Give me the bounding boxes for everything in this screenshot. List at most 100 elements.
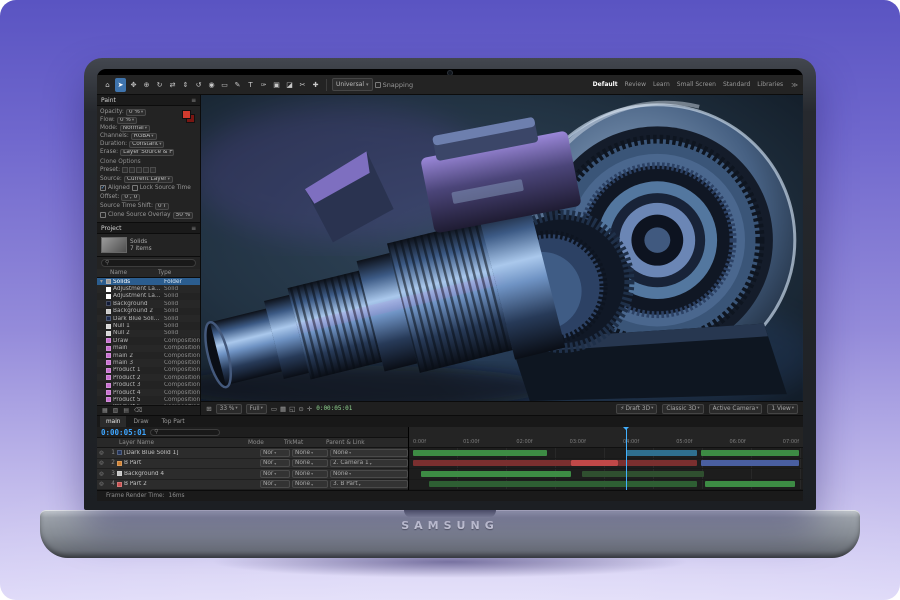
camera-tool-icon[interactable]: ◉	[206, 78, 217, 92]
type-tool-icon[interactable]: T	[245, 78, 256, 92]
layer-color-chip[interactable]	[117, 450, 122, 455]
layer-duration-bar[interactable]	[701, 450, 800, 456]
pen-tool-icon[interactable]: ✎	[232, 78, 243, 92]
layer-parent-dropdown[interactable]: 2. Camera 1	[330, 459, 408, 467]
clone-preset-button[interactable]	[129, 167, 135, 173]
puppet-pin-tool-icon[interactable]: ✚	[310, 78, 321, 92]
timeline-tab-main[interactable]: main	[100, 416, 126, 427]
layer-duration-bar[interactable]	[626, 450, 697, 456]
column-parent-link[interactable]: Parent & Link	[326, 440, 408, 446]
magnification-dropdown[interactable]: 33 %	[216, 404, 242, 414]
visibility-icon[interactable]: ◎	[97, 450, 106, 456]
aligned-checkbox[interactable]	[100, 185, 106, 191]
zoom-tool-icon[interactable]: ⊕	[141, 78, 152, 92]
dolly-camera-tool-icon[interactable]: ⇕	[180, 78, 191, 92]
property-value-dropdown[interactable]: Normal	[120, 125, 150, 132]
eraser-tool-icon[interactable]: ◪	[284, 78, 295, 92]
view-layout-dropdown[interactable]: 1 View	[767, 404, 798, 414]
3d-axis-icon[interactable]: ✛	[307, 405, 312, 413]
clone-preset-button[interactable]	[150, 167, 156, 173]
snapping-checkbox[interactable]	[375, 82, 381, 88]
layer-parent-dropdown[interactable]: None	[330, 470, 408, 478]
project-item[interactable]: mainComposition	[97, 345, 200, 352]
project-panel-tab[interactable]: Project ≡	[97, 223, 200, 234]
timeline-layer-row[interactable]: ◎4B Part 2NorNone3. B Part	[97, 480, 408, 491]
universal-dropdown[interactable]: Universal	[332, 78, 373, 91]
layer-duration-bar[interactable]	[429, 481, 697, 487]
project-item[interactable]: Product 3Composition	[97, 381, 200, 388]
project-item[interactable]: ▾SolidsFolder	[97, 278, 200, 285]
project-item[interactable]: main 3Composition	[97, 359, 200, 366]
paint-panel-tab[interactable]: Paint ≡	[97, 95, 200, 106]
roto-brush-tool-icon[interactable]: ✂	[297, 78, 308, 92]
column-layer-name[interactable]: Layer Name	[119, 440, 246, 446]
region-of-interest-icon[interactable]: ▭	[271, 405, 277, 413]
layer-duration-bar[interactable]	[413, 460, 571, 466]
viewer-timecode[interactable]: 0:00:05:01	[316, 405, 352, 412]
project-column-headers[interactable]: Name Type	[97, 269, 200, 278]
pan-camera-tool-icon[interactable]: ⇄	[167, 78, 178, 92]
new-folder-icon[interactable]: ▧	[113, 407, 119, 414]
workspace-tab-small-screen[interactable]: Small Screen	[677, 81, 716, 88]
clone-preset-button[interactable]	[143, 167, 149, 173]
rotation-tool-icon[interactable]: ↺	[193, 78, 204, 92]
layer-duration-bar[interactable]	[705, 481, 796, 487]
project-item[interactable]: Product 5Composition	[97, 396, 200, 403]
property-value-dropdown[interactable]: 0 %	[117, 117, 137, 124]
clone-source-overlay-checkbox[interactable]	[100, 212, 106, 218]
visibility-icon[interactable]: ◎	[97, 460, 106, 466]
layer-mode-dropdown[interactable]: Nor	[260, 470, 290, 478]
camera-dropdown[interactable]: Active Camera	[709, 404, 763, 414]
layer-color-chip[interactable]	[117, 461, 122, 466]
layer-parent-dropdown[interactable]: None	[330, 449, 408, 457]
layer-trkmat-dropdown[interactable]: None	[292, 449, 328, 457]
clone-stamp-tool-icon[interactable]: ▣	[271, 78, 282, 92]
timeline-search-input[interactable]: ⚲	[150, 429, 220, 436]
property-value-dropdown[interactable]: RGBA	[131, 133, 157, 140]
clone-preset-button[interactable]	[136, 167, 142, 173]
project-item[interactable]: Null 1Solid	[97, 322, 200, 329]
project-item[interactable]: Adjustment Layer 2Solid	[97, 285, 200, 292]
offset-value[interactable]: 0 , 0	[121, 194, 140, 201]
brush-tool-icon[interactable]: ✑	[258, 78, 269, 92]
timeline-layer-row[interactable]: ◎1[Dark Blue Solid 1]NorNoneNone	[97, 448, 408, 459]
column-mode[interactable]: Mode	[248, 440, 282, 446]
workspace-tab-review[interactable]: Review	[625, 81, 646, 88]
layer-mode-dropdown[interactable]: Nor	[260, 459, 290, 467]
clone-preset-button[interactable]	[122, 167, 128, 173]
layer-color-chip[interactable]	[117, 482, 122, 487]
visibility-icon[interactable]: ◎	[97, 471, 106, 477]
composition-canvas[interactable]	[201, 95, 803, 401]
layer-mode-dropdown[interactable]: Nor	[260, 449, 290, 457]
layer-duration-bar[interactable]	[571, 460, 618, 466]
project-item[interactable]: DrawComposition	[97, 337, 200, 344]
resolution-dropdown[interactable]: Full	[246, 404, 267, 414]
project-search-input[interactable]: ⚲	[101, 259, 196, 267]
layer-duration-bar[interactable]	[582, 471, 704, 477]
clone-source-overlay-value[interactable]: 50 %	[173, 212, 194, 219]
project-item[interactable]: main 2Composition	[97, 352, 200, 359]
transparency-grid-icon[interactable]: ▦	[280, 405, 286, 413]
timeline-track-area[interactable]: 0:00f01:00f02:00f03:00f04:00f05:00f06:00…	[409, 427, 803, 490]
column-type[interactable]: Type	[158, 270, 171, 276]
delete-item-icon[interactable]: ⌫	[134, 407, 142, 414]
fast-preview-dropdown[interactable]: ⚡ Draft 3D	[616, 404, 657, 414]
workspace-tab-standard[interactable]: Standard	[723, 81, 750, 88]
workspace-tab-learn[interactable]: Learn	[653, 81, 670, 88]
mask-tool-icon[interactable]: ▭	[219, 78, 230, 92]
column-name[interactable]: Name	[110, 270, 158, 276]
workspace-overflow-icon[interactable]: ≫	[791, 81, 798, 89]
lock-source-time-checkbox[interactable]	[132, 185, 138, 191]
timeline-tab-top-part[interactable]: Top Part	[156, 416, 191, 427]
foreground-color-swatch[interactable]	[182, 110, 191, 119]
layer-duration-bar[interactable]	[421, 471, 571, 477]
home-icon[interactable]: ⌂	[102, 78, 113, 92]
project-item[interactable]: BackgroundSolid	[97, 300, 200, 307]
hand-tool-icon[interactable]: ✥	[128, 78, 139, 92]
timeline-ruler[interactable]: 0:00f01:00f02:00f03:00f04:00f05:00f06:00…	[409, 427, 803, 448]
property-value-dropdown[interactable]: Layer Source & Paint	[120, 149, 174, 156]
property-value-dropdown[interactable]: Constant	[129, 141, 164, 148]
project-item[interactable]: Adjustment Layer 4Solid	[97, 293, 200, 300]
current-timecode[interactable]: 0:00:05:01	[101, 428, 146, 437]
panel-menu-icon[interactable]: ≡	[191, 97, 196, 104]
